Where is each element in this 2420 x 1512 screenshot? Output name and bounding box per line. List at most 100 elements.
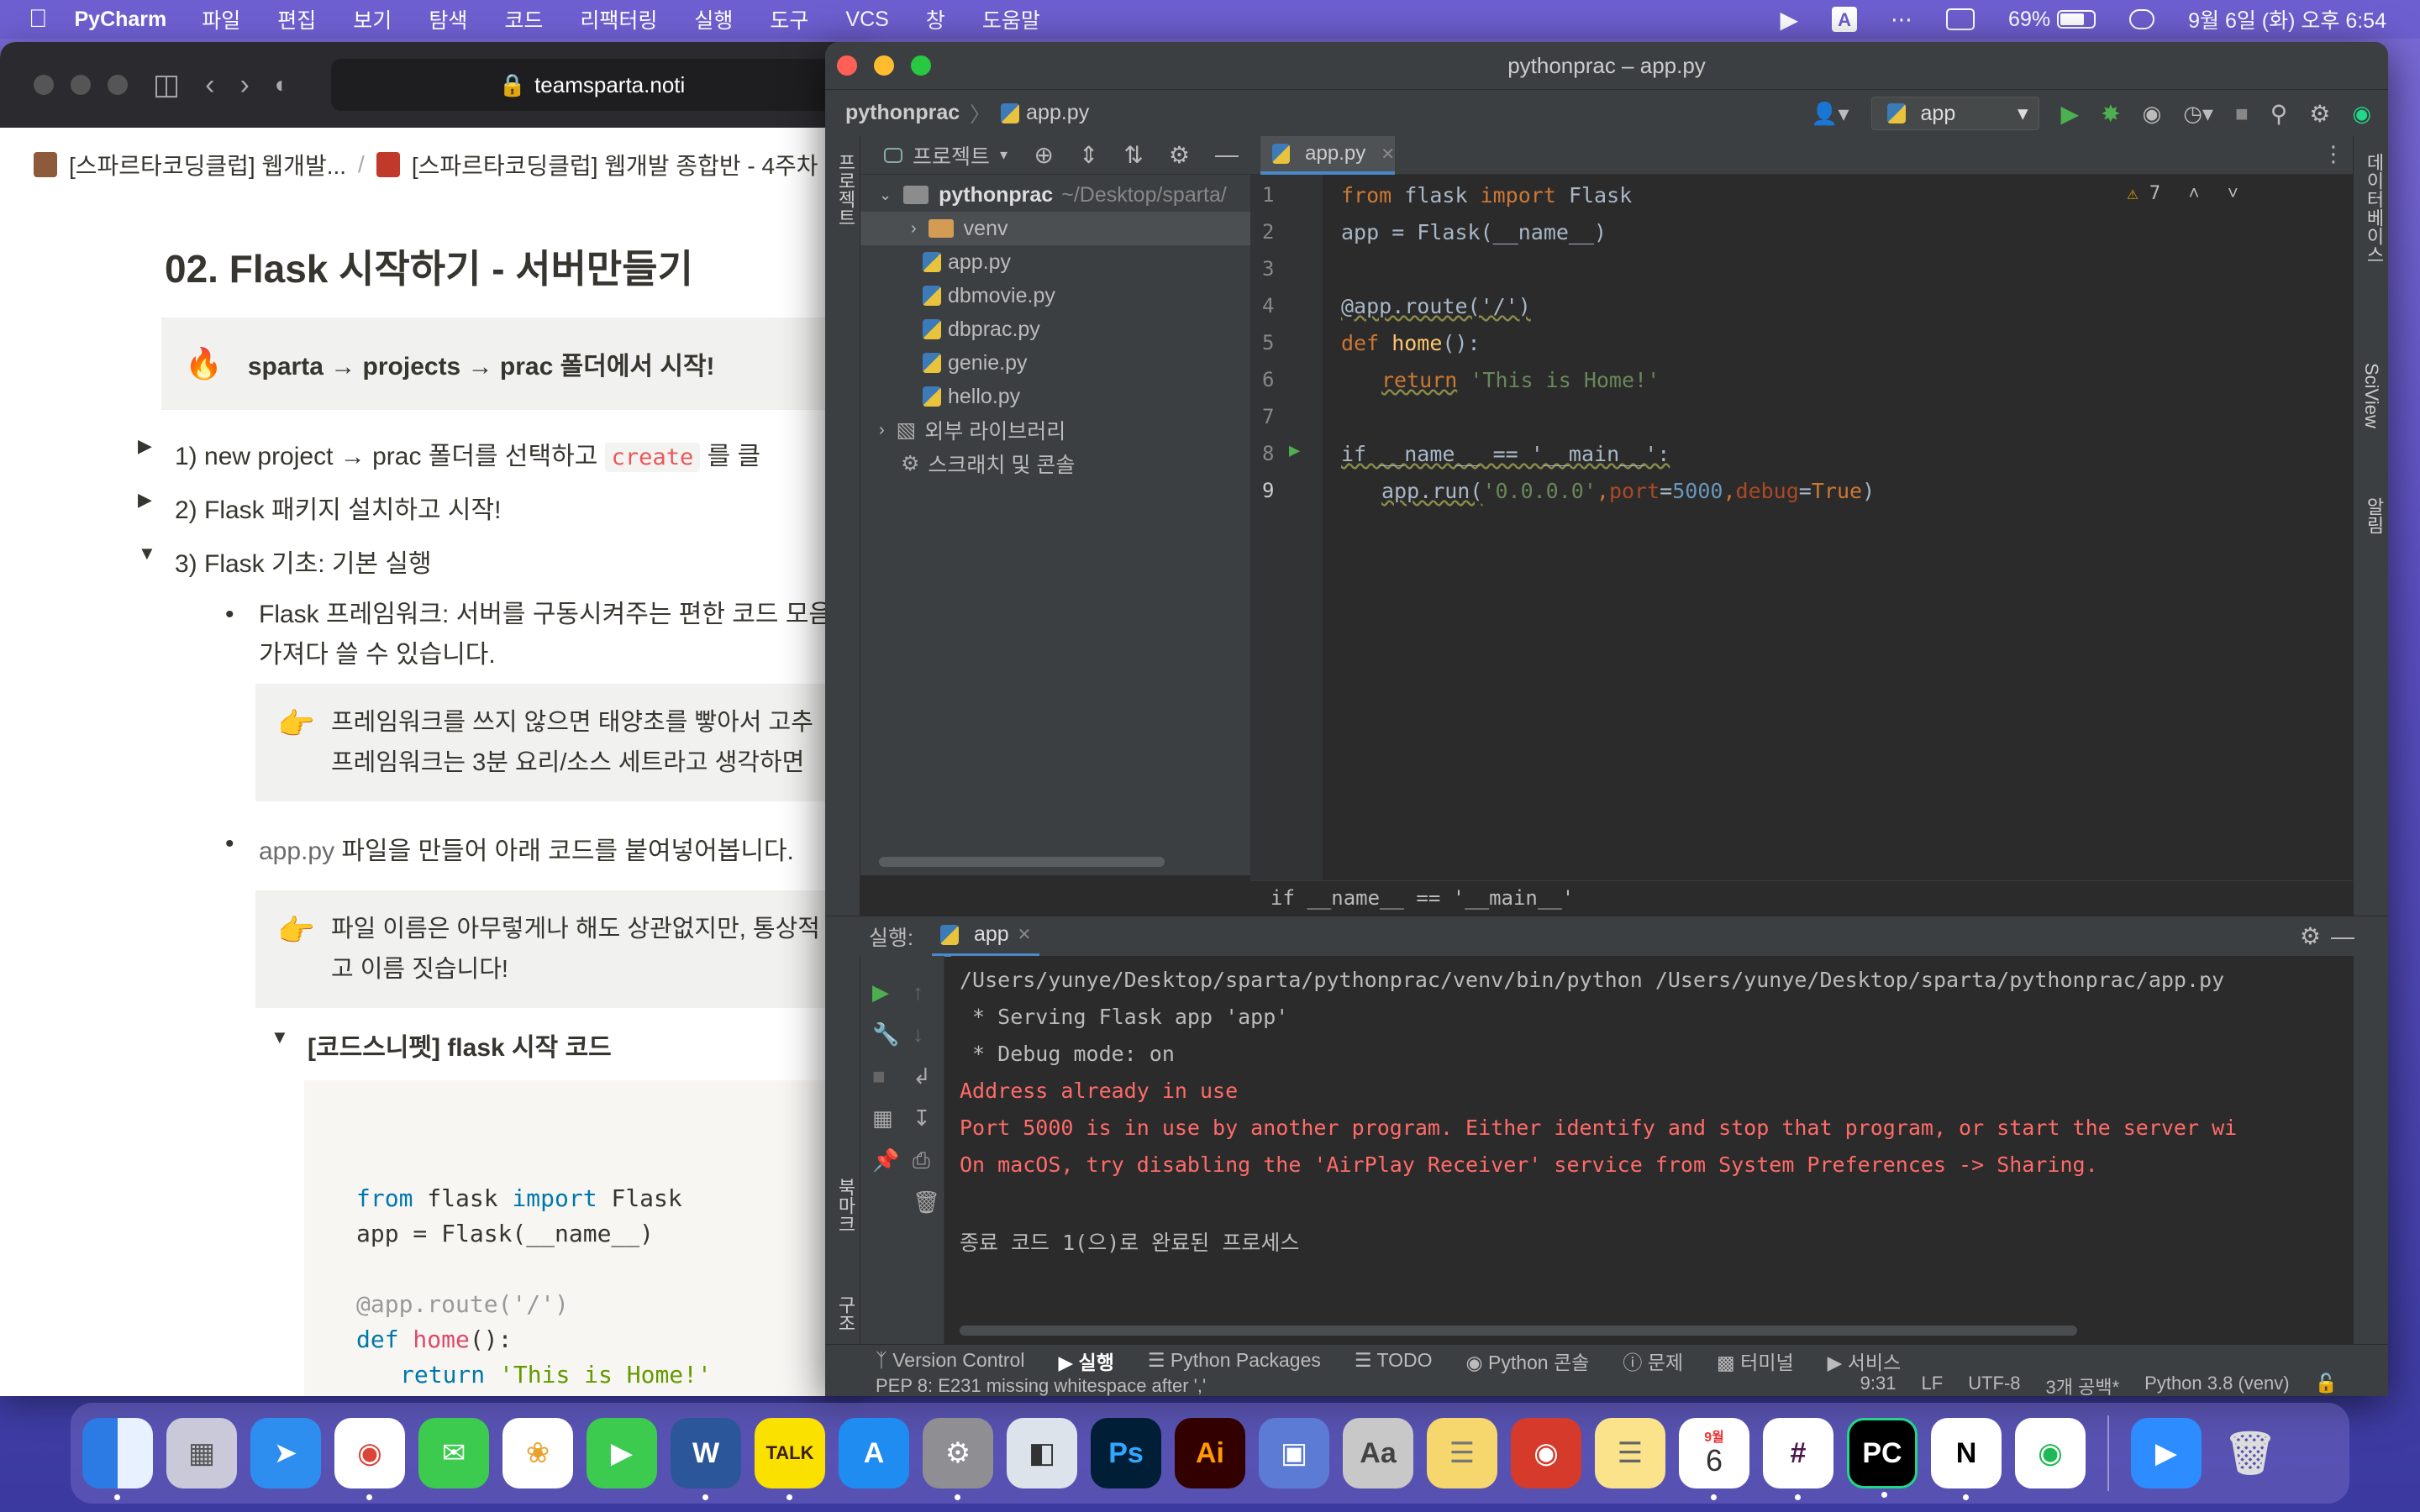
breadcrumb-item[interactable]: [스파르타코딩클럽] 웹개발... (69, 148, 346, 181)
arrow-up-icon[interactable]: ↑ (913, 979, 923, 1005)
dock-safari-icon[interactable]: ➤ (250, 1418, 321, 1488)
clock[interactable]: 9월 6일 (화) 오후 6:54 (2188, 4, 2386, 34)
dock-notion-icon[interactable]: N (1931, 1418, 2002, 1500)
dock-slack-icon[interactable]: # (1763, 1418, 1833, 1500)
input-source-icon[interactable]: A (1832, 7, 1858, 32)
debug-icon[interactable]: ✸ (2101, 100, 2120, 128)
trash-icon[interactable]: 🗑 (913, 1189, 940, 1215)
menu-refactor[interactable]: 리팩터링 (580, 4, 657, 34)
coverage-icon[interactable]: ◉ (2143, 101, 2162, 127)
hide-icon[interactable]: — (1215, 141, 1239, 169)
dock-trash-icon[interactable]: 🗑 (2215, 1418, 2286, 1488)
shield-icon[interactable]: ◐ (275, 71, 289, 98)
toggle-open-icon[interactable]: ▼ (138, 543, 156, 564)
run-icon[interactable]: ▶ (2061, 100, 2080, 128)
arrow-down-icon[interactable]: ↓ (913, 1021, 923, 1047)
soft-wrap-icon[interactable]: ↲ (913, 1063, 931, 1089)
dock-photos-icon[interactable]: ❀ (502, 1418, 573, 1488)
tree-root[interactable]: ⌄ pythonprac ~/Desktop/sparta/ (879, 178, 1227, 212)
menu-run[interactable]: 실행 (694, 4, 733, 34)
menu-help[interactable]: 도움말 (982, 4, 1040, 34)
dock-photoshop-icon[interactable]: Ps (1091, 1418, 1161, 1488)
menu-vcs[interactable]: VCS (845, 8, 888, 32)
dock-kakaotalk-icon[interactable]: TALK (755, 1418, 825, 1500)
tree-item-file[interactable]: app.py (923, 245, 1011, 279)
forward-icon[interactable]: › (239, 69, 249, 102)
lock-icon[interactable]: 🔓 (2315, 1373, 2338, 1396)
line-separator[interactable]: LF (1922, 1373, 1944, 1396)
more-icon[interactable]: ⋮ (2323, 141, 2344, 167)
dock-pycharm-icon[interactable]: PC (1847, 1418, 1918, 1498)
chevron-right-icon[interactable]: › (911, 219, 917, 239)
tree-item-file[interactable]: genie.py (923, 346, 1028, 380)
pin-icon[interactable]: 📌 (872, 1147, 899, 1173)
dock-notes-icon[interactable]: ☰ (1595, 1418, 1665, 1488)
dock-photobooth-icon[interactable]: ◉ (1511, 1418, 1581, 1488)
horizontal-scrollbar[interactable] (879, 857, 1165, 867)
hide-icon[interactable]: — (2331, 923, 2354, 950)
tab-problems[interactable]: ⓘ 문제 (1623, 1347, 1683, 1375)
dock-chrome-icon[interactable]: ◉ (334, 1418, 405, 1500)
dock-appstore-icon[interactable]: A (839, 1418, 909, 1488)
dock-finder-icon[interactable] (82, 1418, 153, 1500)
tree-item-scratches[interactable]: ⚙ 스크래치 및 콘솔 (901, 447, 1075, 480)
project-panel-title[interactable]: 프로젝트 (913, 140, 990, 171)
menu-window[interactable]: 창 (926, 4, 945, 34)
dock-system-preferences-icon[interactable]: ⚙ (923, 1418, 993, 1500)
sync-icon[interactable]: ⋯ (1891, 7, 1912, 33)
tab-python-console[interactable]: ◉ Python 콘솔 (1466, 1347, 1590, 1375)
wrench-icon[interactable]: 🔧 (872, 1021, 899, 1047)
dock-spotify-icon[interactable]: ◉ (2015, 1418, 2086, 1488)
stop-icon[interactable]: ■ (2235, 101, 2249, 127)
dock-calendar-icon[interactable]: 9월 6 (1679, 1418, 1749, 1500)
menu-code[interactable]: 코드 (504, 4, 543, 34)
print-icon[interactable]: ⎙ (913, 1147, 930, 1174)
display-icon[interactable] (1946, 8, 1975, 30)
locate-icon[interactable]: ⊕ (1034, 141, 1053, 169)
apple-menu-icon[interactable]:  (29, 5, 48, 34)
breadcrumb-item[interactable]: [스파르타코딩클럽] 웹개발 종합반 - 4주차 (412, 148, 818, 181)
tab-python-packages[interactable]: ☰ Python Packages (1148, 1349, 1321, 1372)
dock-launchpad-icon[interactable]: ▦ (166, 1418, 237, 1488)
toggle-closed-icon[interactable]: ▶ (138, 489, 152, 511)
address-bar[interactable]: 🔒 teamsparta.noti (330, 59, 857, 111)
jetbrains-icon[interactable]: ◉ (2352, 101, 2371, 127)
nav-project[interactable]: pythonprac (845, 101, 960, 125)
tab-app-py[interactable]: app.py ✕ (1260, 136, 1395, 175)
status-message[interactable]: PEP 8: E231 missing whitespace after ',' (876, 1375, 1206, 1396)
menu-view[interactable]: 보기 (353, 4, 392, 34)
tab-todo[interactable]: ☰ TODO (1355, 1349, 1433, 1372)
stop-icon[interactable]: ■ (872, 1063, 886, 1089)
toggle-closed-icon[interactable]: ▶ (138, 435, 152, 457)
layout-icon[interactable]: ▦ (872, 1105, 893, 1131)
chevron-up-icon[interactable]: ˄ (2188, 183, 2199, 204)
minimize-button[interactable] (71, 75, 91, 95)
close-button[interactable] (837, 55, 857, 76)
gear-icon[interactable]: ⚙ (2309, 100, 2330, 128)
tree-item-external-libraries[interactable]: › ▧ 외부 라이브러리 (879, 413, 1065, 447)
menu-app-name[interactable]: PyCharm (75, 8, 167, 32)
toggle-open-icon[interactable]: ▼ (271, 1026, 289, 1048)
zoom-button[interactable] (911, 55, 931, 76)
close-icon[interactable]: ✕ (1381, 144, 1395, 165)
menu-navigate[interactable]: 탐색 (429, 4, 467, 34)
dock-word-icon[interactable]: W (671, 1418, 741, 1500)
rerun-icon[interactable]: ▶ (872, 979, 889, 1005)
dock-messages-icon[interactable]: ✉ (418, 1418, 489, 1488)
tab-run[interactable]: ▶ 실행 (1058, 1347, 1113, 1375)
run-tab-app[interactable]: app ✕ (931, 916, 1040, 957)
menu-tools[interactable]: 도구 (770, 4, 808, 34)
tree-item-file[interactable]: dbmovie.py (923, 279, 1055, 312)
dock-zoom-icon[interactable]: ▶ (2131, 1418, 2202, 1488)
control-center-icon[interactable] (2129, 9, 2155, 29)
notifications-tool-button[interactable]: 알림 (2360, 497, 2387, 534)
editor-breadcrumb[interactable]: if __name__ == '__main__' (1250, 880, 2353, 914)
scroll-to-end-icon[interactable]: ↧ (913, 1105, 931, 1131)
code-block[interactable]: from flask import Flask app = Flask(__na… (304, 1080, 857, 1396)
tree-item-file[interactable]: dbprac.py (923, 312, 1040, 346)
nav-file[interactable]: app.py (1026, 101, 1089, 125)
chevron-down-icon[interactable]: ˅ (2228, 183, 2238, 204)
chevron-right-icon[interactable]: › (879, 421, 885, 440)
tab-version-control[interactable]: ᛉ Version Control (876, 1349, 1024, 1372)
python-interpreter[interactable]: Python 3.8 (venv) (2144, 1373, 2289, 1396)
